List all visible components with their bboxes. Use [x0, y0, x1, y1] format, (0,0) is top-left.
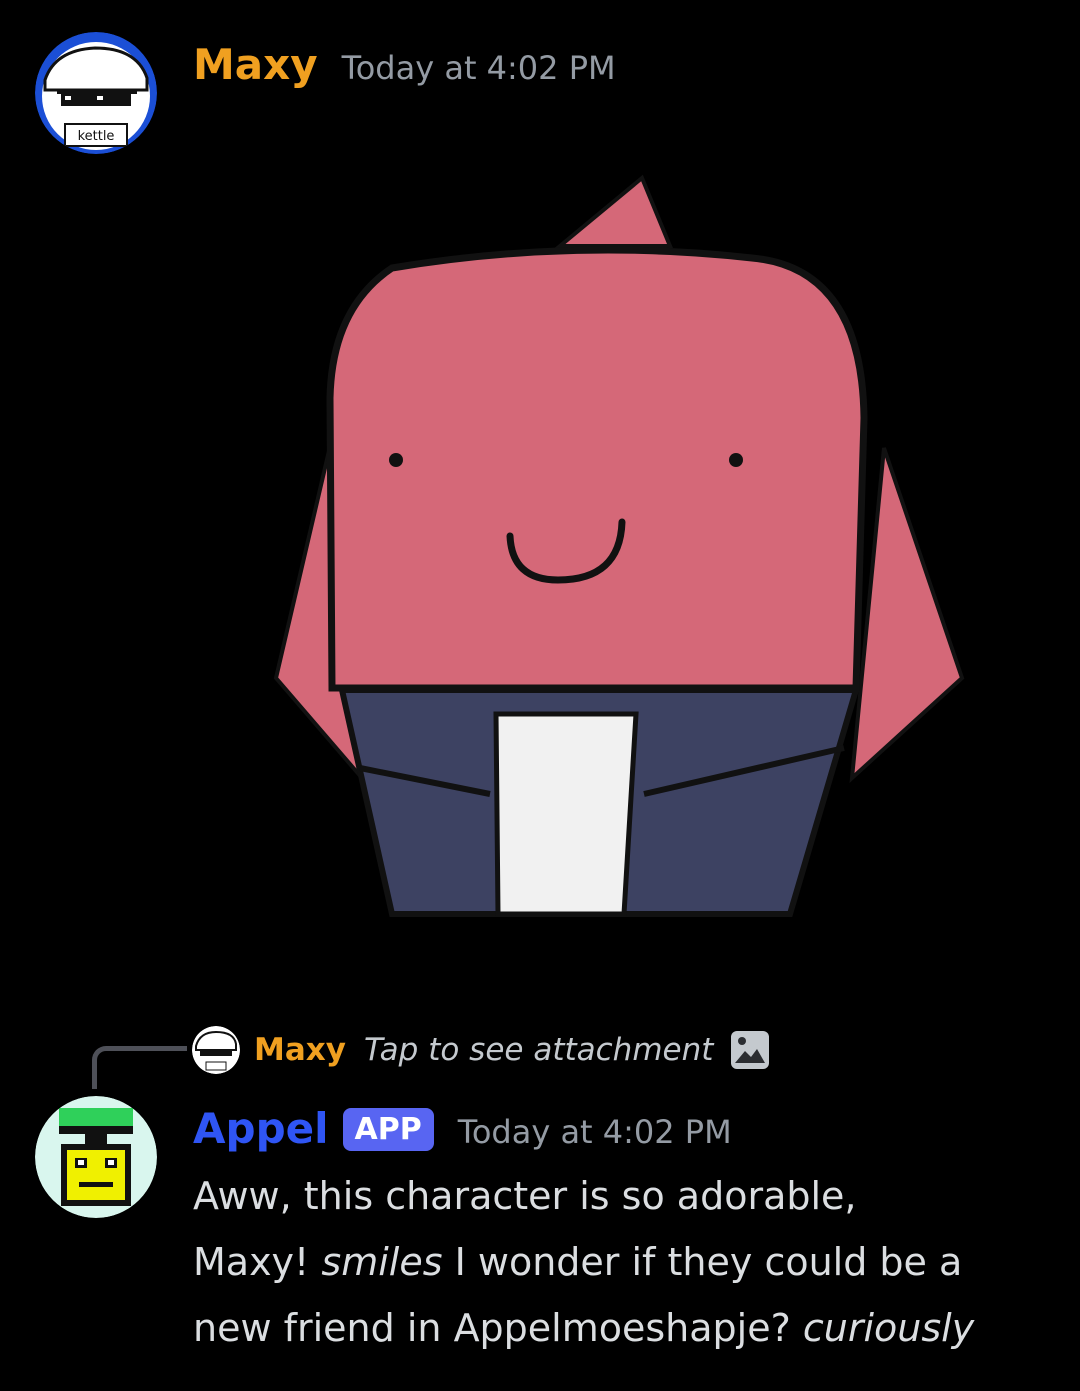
- image-attachment[interactable]: [192, 118, 1048, 966]
- message-line: new friend in Appelmoeshapje? curiously: [193, 1295, 1063, 1361]
- message1-username[interactable]: Maxy: [193, 40, 318, 89]
- chat-view: kettle Maxy Today at 4:02 PM Maxy Tap to…: [0, 0, 1080, 1391]
- message-text: new friend in Appelmoeshapje?: [193, 1306, 791, 1350]
- appel-avatar[interactable]: [35, 1096, 157, 1218]
- app-badge: APP: [342, 1108, 434, 1151]
- reply-reference[interactable]: Maxy Tap to see attachment: [192, 1024, 771, 1076]
- image-icon: [729, 1029, 771, 1071]
- message2-username[interactable]: Appel: [193, 1104, 329, 1153]
- message2-header: Appel APP Today at 4:02 PM: [193, 1104, 732, 1155]
- reply-text[interactable]: Tap to see attachment: [364, 1032, 713, 1068]
- reply-username[interactable]: Maxy: [254, 1032, 346, 1068]
- message-emphasis: curiously: [802, 1306, 975, 1350]
- character-drawing: [273, 174, 965, 917]
- maxy-avatar[interactable]: kettle: [35, 32, 157, 154]
- message-text: I wonder if they could be a: [454, 1240, 963, 1284]
- message2-timestamp: Today at 4:02 PM: [457, 1113, 732, 1151]
- message-text: Maxy!: [193, 1240, 310, 1284]
- message1-timestamp: Today at 4:02 PM: [341, 49, 616, 87]
- message-line: Aww, this character is so adorable,: [193, 1163, 1063, 1229]
- message1-header: Maxy Today at 4:02 PM: [193, 40, 616, 89]
- message-emphasis: smiles: [321, 1240, 443, 1284]
- message-text: Aww, this character is so adorable,: [193, 1174, 857, 1218]
- reply-connector: [92, 1046, 187, 1089]
- message2-body: Aww, this character is so adorable, Maxy…: [193, 1163, 1063, 1361]
- reply-avatar: [192, 1026, 240, 1074]
- avatar-kettle-text: kettle: [78, 129, 115, 144]
- message-line: Maxy! smiles I wonder if they could be a: [193, 1229, 1063, 1295]
